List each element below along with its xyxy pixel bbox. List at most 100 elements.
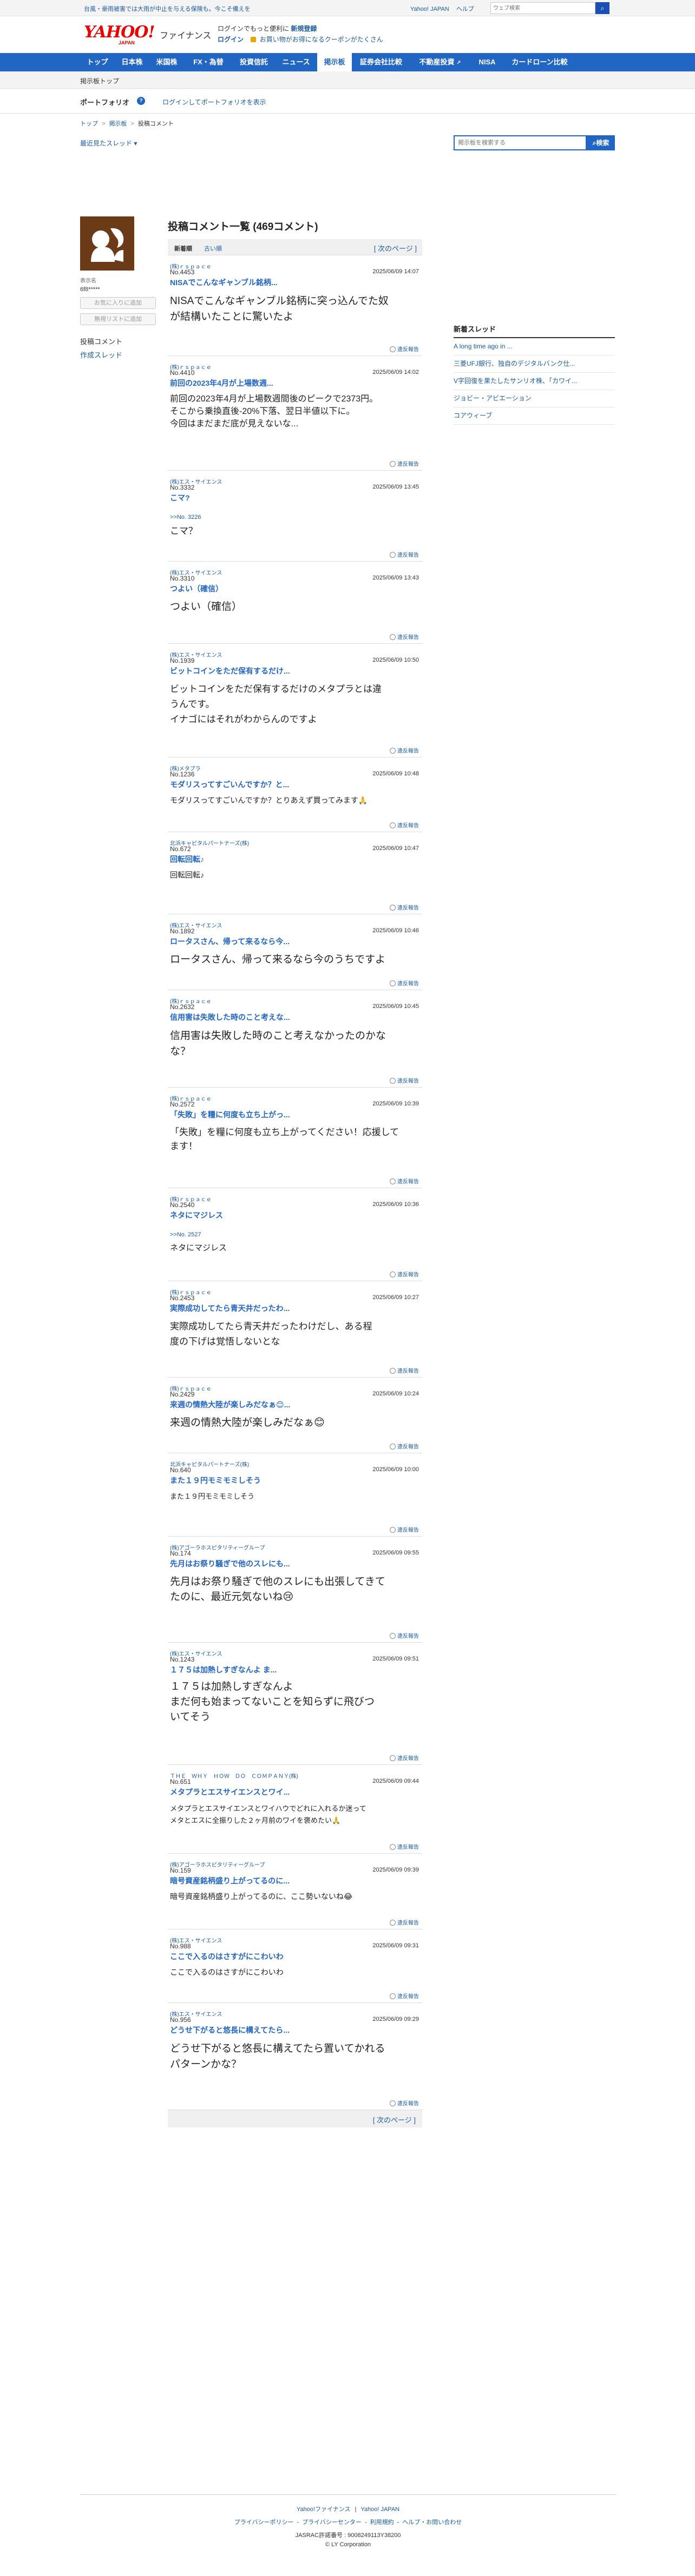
report-button[interactable]: 違反報告 [390, 1918, 419, 1926]
search-icon[interactable]: ⌕ [595, 2, 609, 14]
report-button[interactable]: 違反報告 [390, 1442, 419, 1450]
nav-broker-compare[interactable]: 証券会社比較 [352, 53, 410, 71]
recent-threads-dropdown[interactable]: 最近見たスレッド ▾ [80, 139, 137, 148]
new-thread-item[interactable]: ジョビー・アビエーション [454, 390, 615, 407]
comment-title-link[interactable]: つよい（確信） [170, 583, 332, 594]
comment-title-link[interactable]: 信用害は失敗した時のこと考えな... [170, 1012, 332, 1023]
comment-title-link[interactable]: どうせ下がると悠長に構えてたら... [170, 2025, 332, 2035]
next-page-link[interactable]: [ 次のページ ] [373, 2114, 416, 2125]
new-thread-item[interactable]: コアウィーブ [454, 407, 615, 425]
comment-title-link[interactable]: 来週の情熱大陸が楽しみだなぁ😊... [170, 1399, 332, 1410]
comment-title-link[interactable]: 前回の2023年4月が上場数週... [170, 378, 332, 388]
nav-real-estate[interactable]: 不動産投資 ↗ [410, 53, 470, 71]
comment-card: 北浜キャピタルパートナーズ(株) No.640 2025/06/09 10:00 また… [168, 1453, 422, 1537]
report-button[interactable]: 違反報告 [390, 1366, 419, 1374]
portfolio-login-link[interactable]: ログインしてポートフォリオを表示 [162, 97, 266, 107]
board-top-link[interactable]: 掲示板トップ [80, 76, 119, 85]
sort-oldest[interactable]: 古い順 [204, 244, 222, 253]
comment-title-link[interactable]: メタプラとエスサイエンスとワイ... [170, 1787, 332, 1797]
comment-title-link[interactable]: ロータスさん、帰って来るなら今... [170, 936, 332, 947]
comment-title-link[interactable]: ネタにマジレス [170, 1210, 332, 1221]
breadcrumb-board[interactable]: 掲示板 [109, 121, 127, 127]
comment-title-link[interactable]: 回転回転♪ [170, 854, 332, 865]
footer-link-terms[interactable]: 利用規約 [370, 2519, 394, 2526]
user-profile-column: 表示名 6f8***** お気に入りに追加 無視リストに追加 投稿コメント 作成… [80, 216, 159, 360]
nav-fx[interactable]: FX・為替 [184, 53, 233, 71]
report-button[interactable]: 違反報告 [390, 979, 419, 987]
comment-title-link[interactable]: NISAでこんなギャンブル銘柄... [170, 277, 332, 288]
nav-funds[interactable]: 投資信託 [233, 53, 275, 71]
new-thread-item[interactable]: 三菱UFJ銀行、独自のデジタルバンク仕... [454, 355, 615, 373]
comment-reply-link[interactable]: >>No. 2527 [170, 1231, 201, 1238]
footer-link-privacy-center[interactable]: プライバシーセンター [302, 2519, 362, 2526]
report-icon [390, 822, 396, 828]
next-page-link[interactable]: [ 次のページ ] [374, 243, 417, 253]
report-button[interactable]: 違反報告 [390, 903, 419, 911]
nav-japan-stocks[interactable]: 日本株 [115, 53, 149, 71]
report-label: 違反報告 [397, 1078, 419, 1084]
side-link-threads[interactable]: 作成スレッド [80, 350, 159, 360]
sort-newest[interactable]: 新着順 [174, 244, 192, 253]
new-thread-item[interactable]: V字回復を果たしたサンリオ株、「カワイ... [454, 373, 615, 390]
report-button[interactable]: 違反報告 [390, 1525, 419, 1533]
comment-title-link[interactable]: 先月はお祭り騒ぎで他のスレにも... [170, 1558, 332, 1569]
comment-body: メタプラとエスサイエンスとワイハウでどれに入れるか迷って メタとエスに全振りした… [170, 1804, 366, 1824]
footer-link-finance[interactable]: Yahoo!ファイナンス [297, 2506, 351, 2513]
comment-title-link[interactable]: ビットコインをただ保有するだけ... [170, 666, 332, 676]
side-link-comments[interactable]: 投稿コメント [80, 336, 159, 346]
help-icon[interactable]: ? [137, 97, 145, 105]
top-notice-link[interactable]: 台風・豪雨被害では大雨が中止を与える保険も。今こそ備えを [84, 4, 251, 13]
report-button[interactable]: 違反報告 [390, 2099, 419, 2107]
new-thread-item[interactable]: A long time ago in ... [454, 338, 615, 355]
comment-title-link[interactable]: モダリスってすごいんですか？と... [170, 779, 332, 790]
board-search-button[interactable]: ⌕検索 [587, 135, 615, 150]
nav-board[interactable]: 掲示板 [317, 53, 352, 71]
footer-link-privacy[interactable]: プライバシーポリシー [234, 2519, 294, 2526]
add-ignore-button[interactable]: 無視リストに追加 [80, 313, 156, 325]
yahoo-finance-logo[interactable]: YAHOO! JAPAN ファイナンス [84, 23, 211, 47]
footer-link-help[interactable]: ヘルプ・お問い合わせ [402, 2519, 462, 2526]
report-button[interactable]: 違反報告 [390, 1076, 419, 1084]
nav-cardloan[interactable]: カードローン比較 [504, 53, 575, 71]
web-search-box: ⌕ [490, 2, 609, 14]
breadcrumb-top[interactable]: トップ [80, 121, 98, 127]
report-button[interactable]: 違反報告 [390, 1842, 419, 1850]
nav-news[interactable]: ニュース [275, 53, 317, 71]
web-search-input[interactable] [490, 2, 595, 14]
report-button[interactable]: 違反報告 [390, 550, 419, 558]
login-link[interactable]: ログイン [218, 36, 244, 43]
report-label: 違反報告 [397, 1368, 419, 1374]
comment-title-link[interactable]: 「失敗」を糧に何度も立ち上がっ... [170, 1109, 332, 1120]
report-button[interactable]: 違反報告 [390, 1631, 419, 1639]
report-button[interactable]: 違反報告 [390, 821, 419, 829]
report-button[interactable]: 違反報告 [390, 1992, 419, 2000]
comment-title-link[interactable]: 実際成功してたら青天井だったわ... [170, 1303, 332, 1314]
comment-title-link[interactable]: こマ? [170, 492, 332, 503]
report-button[interactable]: 違反報告 [390, 1270, 419, 1278]
report-button[interactable]: 違反報告 [390, 1177, 419, 1185]
comment-reply-link[interactable]: >>No. 3226 [170, 514, 201, 521]
nav-nisa[interactable]: NISA [470, 53, 504, 71]
board-search-input[interactable] [454, 135, 587, 150]
register-link[interactable]: 新規登録 [291, 25, 317, 32]
report-button[interactable]: 違反報告 [390, 746, 419, 754]
comment-number: No.4453 [170, 268, 195, 276]
report-button[interactable]: 違反報告 [390, 633, 419, 641]
nav-us-stocks[interactable]: 米国株 [149, 53, 184, 71]
report-button[interactable]: 違反報告 [390, 1754, 419, 1762]
report-button[interactable]: 違反報告 [390, 345, 419, 353]
coupon-link[interactable]: お買い物がお得になるクーポンがたくさん [260, 36, 383, 43]
comment-title-link[interactable]: ここで入るのはさすがにこわいわ [170, 1951, 332, 1962]
report-icon [390, 1993, 396, 1999]
comment-date: 2025/06/09 13:43 [372, 575, 419, 581]
nav-top[interactable]: トップ [80, 53, 115, 71]
footer-link-yahoo[interactable]: Yahoo! JAPAN [360, 2506, 399, 2513]
report-label: 違反報告 [397, 2101, 419, 2107]
top-link-help[interactable]: ヘルプ [456, 6, 474, 12]
comment-title-link[interactable]: また１９円モミモミしそう [170, 1475, 332, 1486]
add-favorite-button[interactable]: お気に入りに追加 [80, 297, 156, 309]
report-button[interactable]: 違反報告 [390, 459, 419, 467]
comment-title-link[interactable]: 暗号資産銘柄盛り上がってるのに... [170, 1875, 332, 1886]
comment-title-link[interactable]: １７５は加熱しすぎなんよ ま... [170, 1664, 332, 1675]
top-link-yahoo-japan[interactable]: Yahoo! JAPAN [410, 6, 449, 12]
